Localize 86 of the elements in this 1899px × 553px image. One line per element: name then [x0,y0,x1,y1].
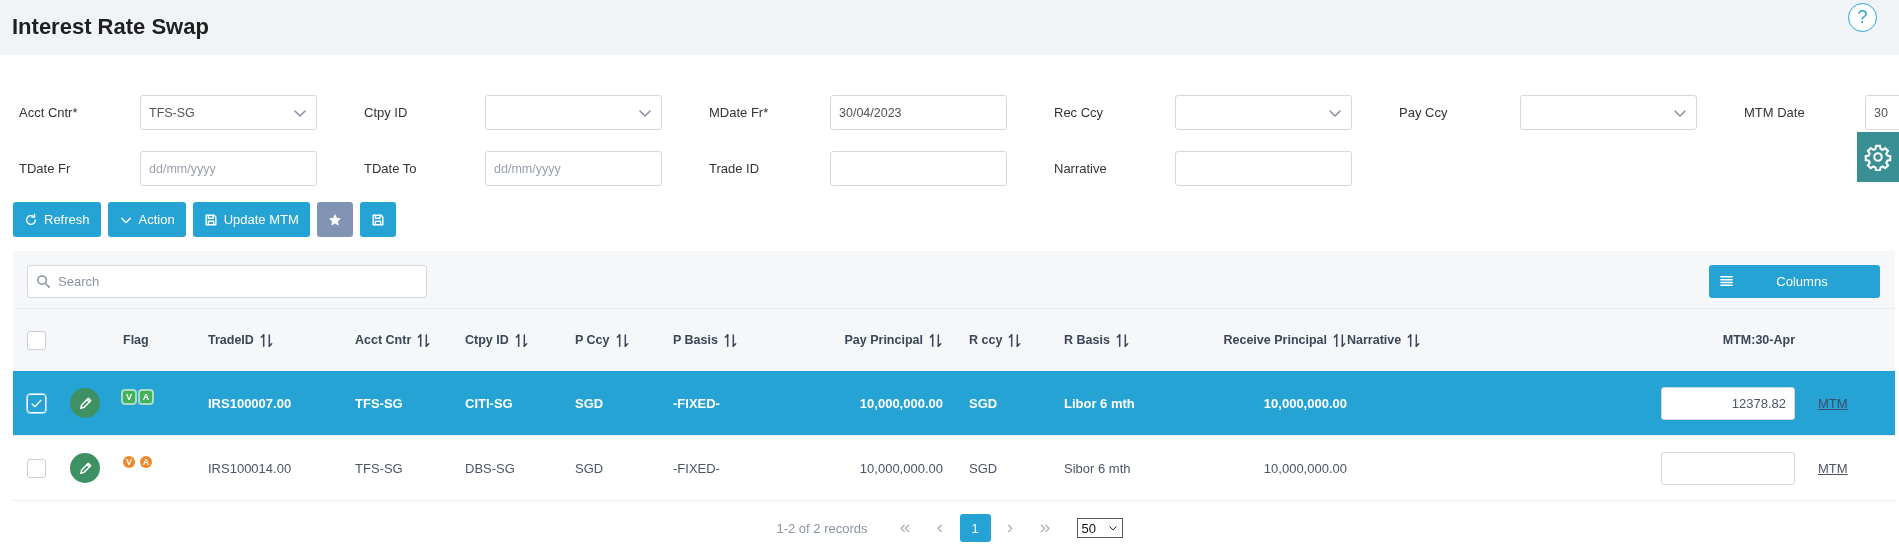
column-header[interactable]: Acct Cntr [355,332,432,348]
column-header[interactable]: P Basis [673,332,738,348]
mtm-link[interactable]: MTM [1818,460,1848,476]
column-header[interactable]: Receive Principal [1223,332,1347,348]
dropdown-field[interactable] [1520,95,1697,130]
flag-badge: A [140,391,152,403]
dropdown-field[interactable] [485,95,662,130]
sort-icon [1332,332,1347,348]
page-title: Interest Rate Swap [12,13,209,41]
settings-icon[interactable] [1864,143,1892,171]
field-label: Acct Cntr* [19,105,79,120]
flag-badge: A [140,456,152,468]
checkbox[interactable] [27,330,46,350]
sort-icon [928,332,943,348]
field-label: Narrative [1054,161,1108,176]
column-header[interactable]: TradeID [208,332,274,348]
field-label: TDate Fr [19,161,72,176]
table-cell: DBS-SG [465,460,515,476]
table-cell: Libor 6 mth [1064,395,1135,411]
input-field[interactable] [830,151,1007,186]
column-header: Flag [123,333,149,347]
dropdown-field[interactable]: TFS-SG [140,95,317,130]
input-field[interactable]: 12378.82 [1661,386,1795,420]
table-cell: 10,000,000.00 [859,460,943,476]
flag-badge: V [123,391,135,403]
column-header[interactable]: Pay Principal [844,332,943,348]
column-header[interactable]: R ccy [969,332,1023,348]
column-header[interactable]: P Ccy [575,332,630,348]
column-header[interactable]: R Basis [1064,332,1130,348]
table-cell: SGD [969,460,998,476]
table-cell: 10,000,000.00 [1263,395,1347,411]
column-header[interactable]: Narrative [1347,332,1422,348]
field-label: Trade ID [709,161,761,176]
table-cell: 10,000,000.00 [859,395,943,411]
chevron-down-icon [1107,523,1118,533]
column-header[interactable]: Ctpy ID [465,332,529,348]
save-icon [370,212,385,227]
input-field[interactable] [1175,151,1352,186]
column-header: MTM:30-Apr [1722,333,1795,347]
table-cell: SGD [575,460,604,476]
field-label: TDate To [364,161,418,176]
sort-icon [258,332,274,348]
star-icon [327,212,342,227]
record-count: 1-2 of 2 records [776,520,868,536]
page-size-select[interactable]: 50 [1076,518,1123,538]
table-cell: TFS-SG [355,395,403,411]
table-cell: IRS100007.00 [208,395,292,411]
field-label: Ctpy ID [364,105,409,120]
sort-icon [1114,332,1130,348]
input-field[interactable]: 30/04/2023 [830,95,1007,130]
sort-icon [1007,332,1023,348]
sort-icon [416,332,432,348]
sort-icon [513,332,529,348]
table-cell: SGD [969,395,998,411]
input-field[interactable]: 30 [1865,95,1899,130]
table-cell: -FIXED- [673,460,720,476]
field-label: Pay Ccy [1399,105,1449,120]
search-icon [36,274,51,289]
table-cell: SGD [575,395,604,411]
pencil-icon [77,460,93,476]
table-cell: 10,000,000.00 [1263,460,1347,476]
checkbox[interactable] [27,458,46,478]
field-label: Rec Ccy [1054,105,1105,120]
table-cell: TFS-SG [355,460,403,476]
edit-button[interactable] [70,388,100,418]
sort-icon [722,332,738,348]
field-label: MTM Date [1744,105,1806,120]
table-cell: IRS100014.00 [208,460,292,476]
input-field[interactable] [1661,451,1795,485]
pencil-icon [77,395,93,411]
table-row[interactable]: V A IRS100014.00 TFS-SG DBS-SG SGD -FIXED- 10,000,000.00 SGD Sibor 6 mth 10,000,000.00 MTM [13,436,1895,501]
table-cell: Sibor 6 mth [1064,460,1131,476]
edit-button[interactable] [70,453,100,483]
sort-icon [1406,332,1422,348]
table-cell: CITI-SG [465,395,513,411]
save-icon [203,212,218,227]
icon-button[interactable] [359,202,396,237]
refresh-icon [24,212,38,227]
table-cell: -FIXED- [673,395,720,411]
dropdown-field[interactable] [1175,95,1352,130]
sort-icon [614,332,630,348]
list-icon [1719,274,1734,289]
field-label: MDate Fr* [709,105,770,120]
flag-badge: V [123,456,135,468]
icon-button[interactable] [316,202,353,237]
selected-table-row[interactable]: V A IRS100007.00 TFS-SG CITI-SG SGD -FIXED- 10,000,000.00 SGD Libor 6 mth 10,000,000.00 12378.82 MTM [13,371,1895,436]
